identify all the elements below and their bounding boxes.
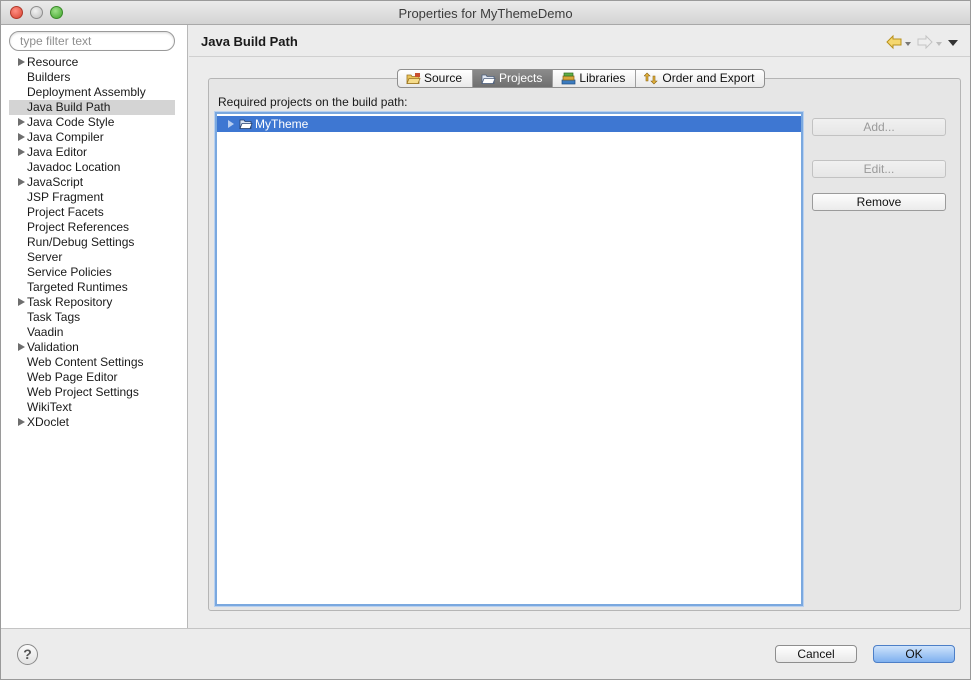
expand-arrow-icon[interactable]: [18, 58, 25, 66]
tree-item[interactable]: Java Build Path: [9, 100, 175, 115]
tree-item-label: Web Project Settings: [27, 385, 139, 399]
preference-sidebar: ResourceBuildersDeployment AssemblyJava …: [1, 25, 188, 628]
expand-arrow-icon[interactable]: [18, 118, 25, 126]
expand-arrow-icon[interactable]: [228, 120, 234, 128]
tree-item[interactable]: Deployment Assembly: [9, 85, 175, 100]
expand-arrow-icon[interactable]: [18, 178, 25, 186]
remove-button[interactable]: Remove: [812, 193, 946, 211]
projects-folder-icon: [481, 74, 496, 84]
project-folder-icon: [239, 119, 253, 129]
tree-item-label: Deployment Assembly: [27, 85, 146, 99]
tree-item-label: JavaScript: [27, 175, 84, 189]
tree-item-label: Java Code Style: [27, 115, 115, 129]
tree-item-label: Task Repository: [27, 295, 113, 309]
tree-item[interactable]: Server: [9, 250, 175, 265]
add-button[interactable]: Add...: [812, 118, 946, 136]
tab-order-and-export[interactable]: Order and Export: [636, 70, 764, 87]
back-history-dropdown-icon[interactable]: [905, 42, 911, 46]
tree-item[interactable]: Web Content Settings: [9, 355, 175, 370]
filter-input[interactable]: [9, 31, 175, 51]
title-bar[interactable]: Properties for MyThemeDemo: [1, 1, 970, 25]
tree-item[interactable]: Validation: [9, 340, 175, 355]
tree-item-label: WikiText: [27, 400, 72, 414]
tree-item[interactable]: Task Repository: [9, 295, 175, 310]
page-title: Java Build Path: [201, 34, 298, 49]
forward-arrow-icon: [917, 34, 933, 50]
tree-item[interactable]: Javadoc Location: [9, 160, 175, 175]
tree-item[interactable]: Project Facets: [9, 205, 175, 220]
required-projects-label: Required projects on the build path:: [218, 95, 408, 109]
forward-history-dropdown-icon: [936, 42, 942, 46]
tab-libraries-label: Libraries: [579, 71, 626, 85]
build-path-tabs: Source Projects Libraries Order and Expo…: [397, 69, 766, 88]
tree-item-label: Java Editor: [27, 145, 88, 159]
property-page-tree: Resource Builders Deployment Assembly Java …: [9, 55, 175, 430]
tree-item[interactable]: Service Policies: [9, 265, 175, 280]
tree-item-label: Run/Debug Settings: [27, 235, 135, 249]
tree-item[interactable]: Resource: [9, 55, 175, 70]
tree-item-label: Javadoc Location: [27, 160, 121, 174]
tree-item-label: Java Build Path: [27, 100, 111, 114]
expand-arrow-icon[interactable]: [18, 343, 25, 351]
tree-item-label: Builders: [27, 70, 71, 84]
tree-item[interactable]: Java Code Style: [9, 115, 175, 130]
tree-item-label: JSP Fragment: [27, 190, 104, 204]
list-item[interactable]: MyTheme: [217, 116, 801, 132]
project-name: MyTheme: [255, 117, 309, 131]
expand-arrow-icon[interactable]: [18, 148, 25, 156]
tree-item-label: Web Content Settings: [27, 355, 144, 369]
tree-item-label: Vaadin: [27, 325, 64, 339]
tree-item-label: Service Policies: [27, 265, 112, 279]
tab-source[interactable]: Source: [398, 70, 474, 87]
tree-item[interactable]: Java Compiler: [9, 130, 175, 145]
back-arrow-icon[interactable]: [886, 34, 902, 50]
tab-order-and-export-label: Order and Export: [662, 71, 755, 85]
tab-source-label: Source: [424, 71, 463, 85]
window-title: Properties for MyThemeDemo: [398, 6, 573, 21]
tree-item[interactable]: Task Tags: [9, 310, 175, 325]
tree-item[interactable]: Run/Debug Settings: [9, 235, 175, 250]
tree-item[interactable]: Project References: [9, 220, 175, 235]
tree-item[interactable]: Web Project Settings: [9, 385, 175, 400]
properties-dialog: Properties for MyThemeDemo ResourceBuild…: [0, 0, 971, 680]
tree-item-label: Validation: [27, 340, 79, 354]
tab-libraries[interactable]: Libraries: [553, 70, 637, 87]
tree-item-label: Server: [27, 250, 63, 264]
tree-item-label: Resource: [27, 55, 79, 69]
help-icon[interactable]: ?: [17, 644, 38, 665]
tree-item-label: Task Tags: [27, 310, 81, 324]
cancel-button[interactable]: Cancel: [775, 645, 857, 663]
tree-item[interactable]: Java Editor: [9, 145, 175, 160]
tree-item-label: Project Facets: [27, 205, 104, 219]
tree-item[interactable]: Targeted Runtimes: [9, 280, 175, 295]
tree-item-label: Web Page Editor: [27, 370, 118, 384]
tree-item[interactable]: JavaScript: [9, 175, 175, 190]
tree-item[interactable]: Web Page Editor: [9, 370, 175, 385]
tree-item[interactable]: Vaadin: [9, 325, 175, 340]
tab-projects-label: Projects: [499, 71, 543, 85]
header-divider: [189, 56, 970, 57]
ok-button[interactable]: OK: [873, 645, 955, 663]
tree-item-label: XDoclet: [27, 415, 70, 429]
tree-item-label: Project References: [27, 220, 130, 234]
tree-item[interactable]: WikiText: [9, 400, 175, 415]
tree-item[interactable]: Builders: [9, 70, 175, 85]
expand-arrow-icon[interactable]: [18, 418, 25, 426]
expand-arrow-icon[interactable]: [18, 133, 25, 141]
footer-divider: [1, 628, 970, 629]
view-menu-icon[interactable]: [948, 40, 958, 46]
libraries-books-icon: [562, 72, 576, 85]
expand-arrow-icon[interactable]: [18, 298, 25, 306]
tree-item-label: Targeted Runtimes: [27, 280, 128, 294]
tree-item[interactable]: XDoclet: [9, 415, 175, 430]
tree-item[interactable]: JSP Fragment: [9, 190, 175, 205]
edit-button[interactable]: Edit...: [812, 160, 946, 178]
required-projects-list[interactable]: MyTheme: [215, 112, 803, 606]
tree-item-label: Java Compiler: [27, 130, 104, 144]
tab-projects[interactable]: Projects: [473, 70, 554, 87]
order-export-icon: [644, 72, 659, 85]
source-folder-icon: [406, 73, 421, 84]
